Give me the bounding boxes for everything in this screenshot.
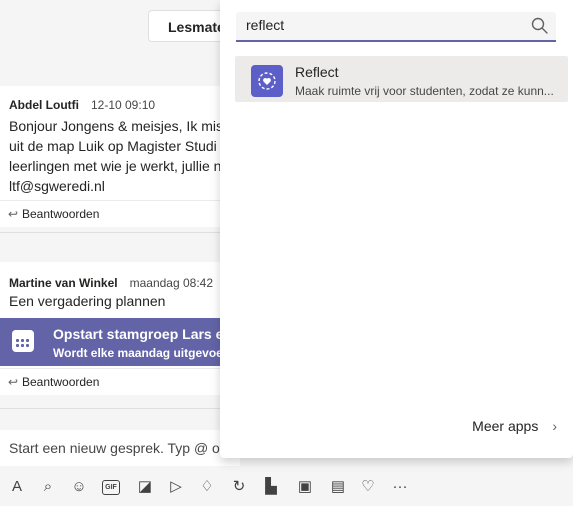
- message-line: leerlingen met wie je werkt, jullie n: [9, 158, 222, 174]
- message-line: ltf@sgweredi.nl: [9, 178, 105, 194]
- message-line: Bonjour Jongens & meisjes, Ik mis: [9, 118, 223, 134]
- message-author: Martine van Winkel: [9, 276, 118, 290]
- reply-button[interactable]: ↩ Beantwoorden: [0, 368, 240, 395]
- attach-icon[interactable]: ⌕: [37, 476, 59, 498]
- praise-icon[interactable]: ♢: [196, 476, 218, 498]
- chevron-right-icon: ›: [552, 418, 557, 434]
- reflect-icon[interactable]: ♡: [357, 476, 379, 498]
- meeting-title: Opstart stamgroep Lars en: [53, 326, 232, 342]
- reply-icon: ↩: [7, 375, 19, 389]
- send-icon[interactable]: ▷: [165, 476, 187, 498]
- search-result-item[interactable]: Reflect Maak ruimte vrij voor studenten,…: [235, 56, 568, 102]
- message-line: Een vergadering plannen: [9, 293, 166, 309]
- message-time: 12-10 09:10: [90, 98, 156, 112]
- app2-icon[interactable]: ▣: [294, 476, 316, 498]
- reply-label: Beantwoorden: [22, 375, 100, 389]
- gif-icon[interactable]: GIF: [102, 480, 120, 495]
- more-apps-link[interactable]: Meer apps ›: [472, 418, 557, 434]
- result-description: Maak ruimte vrij voor studenten, zodat z…: [295, 84, 554, 98]
- app-search-input[interactable]: [246, 17, 516, 33]
- message-time: maandag 08:42: [129, 276, 213, 290]
- reply-label: Beantwoorden: [22, 207, 100, 221]
- app1-icon[interactable]: ▙: [260, 476, 282, 498]
- divider: [0, 232, 240, 233]
- message-card: Abdel Loutfi 12-10 09:10 Bonjour Jongens …: [0, 86, 240, 200]
- more-apps-label: Meer apps: [472, 418, 539, 434]
- emoji-icon[interactable]: ☺: [68, 476, 90, 498]
- compose-box[interactable]: Start een nieuw gesprek. Typ @ om: [0, 430, 240, 466]
- message-author: Abdel Loutfi: [9, 98, 79, 112]
- meeting-subtitle: Wordt elke maandag uitgevoer: [53, 346, 228, 360]
- app3-icon[interactable]: ▤: [327, 476, 349, 498]
- calendar-icon: [12, 330, 34, 352]
- reply-icon: ↩: [7, 207, 19, 221]
- app-search-box: [236, 12, 556, 42]
- compose-toolbar: A ⌕ ☺ GIF ◪ ▷ ♢ ↻ ▙ ▣ ▤ ♡ ···: [0, 470, 573, 506]
- message-line: uit de map Luik op Magister Studi: [9, 138, 217, 154]
- app-search-flyout: Reflect Maak ruimte vrij voor studenten,…: [220, 0, 573, 458]
- reply-button[interactable]: ↩ Beantwoorden: [0, 200, 240, 227]
- divider: [0, 408, 240, 409]
- more-icon[interactable]: ···: [389, 476, 411, 498]
- search-icon[interactable]: [530, 16, 550, 36]
- reflect-app-icon: [251, 65, 283, 97]
- sticker-icon[interactable]: ◪: [134, 476, 156, 498]
- message-header: Abdel Loutfi 12-10 09:10: [9, 98, 155, 112]
- meeting-card[interactable]: Opstart stamgroep Lars en Wordt elke maa…: [0, 318, 240, 366]
- loop-icon[interactable]: ↻: [228, 476, 250, 498]
- message-header: Martine van Winkel maandag 08:42: [9, 276, 213, 290]
- result-name: Reflect: [295, 64, 339, 80]
- format-icon[interactable]: A: [6, 476, 28, 498]
